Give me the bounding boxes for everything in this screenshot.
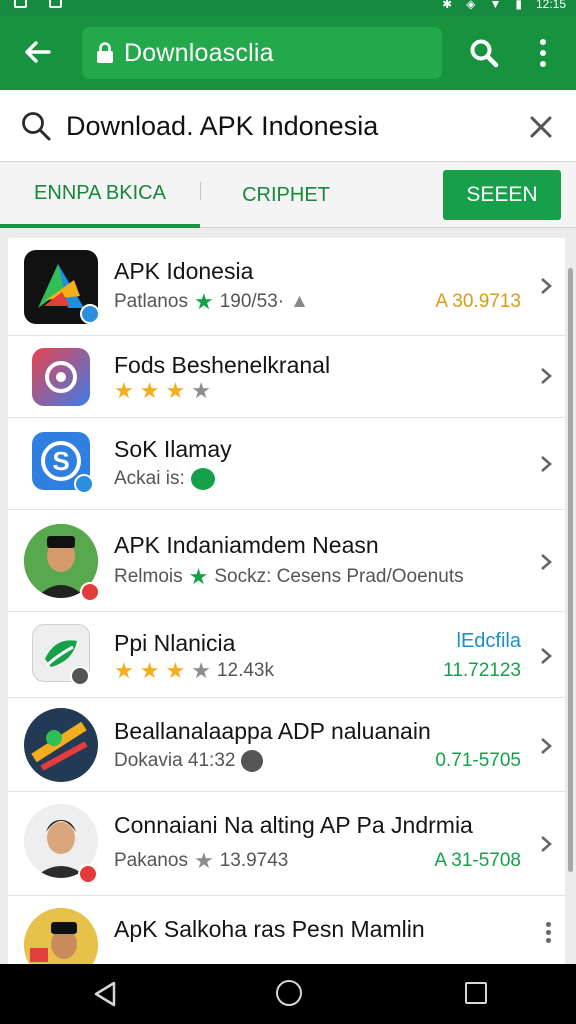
verified-badge-icon xyxy=(80,304,100,324)
list-item[interactable]: APK Indaniamdem Neasn Relmois ★ Sockz: C… xyxy=(8,510,565,612)
app-title: Beallanalaappa ADP naluanain xyxy=(114,718,431,744)
app-price: 11.72123 xyxy=(443,660,521,681)
chevron-right-icon xyxy=(541,368,552,384)
vibrate-icon: ◈ xyxy=(466,0,476,11)
app-price: A 30.9713 xyxy=(435,291,521,312)
tab-seeen[interactable]: SEEEN xyxy=(443,170,561,220)
app-badge-icon xyxy=(78,864,98,884)
search-row xyxy=(0,90,576,162)
app-list: APK Idonesia Patlanos ★ 190/53· ▲ A 30.9… xyxy=(8,238,565,964)
app-price: 0.71-5705 xyxy=(435,750,521,771)
app-subtitle: Ackai is: xyxy=(114,468,185,489)
avatar xyxy=(24,908,98,964)
app-title: Connaiani Na alting AP Pa Jndrmia xyxy=(114,812,473,838)
nav-recents-icon[interactable] xyxy=(465,982,487,1004)
app-icon xyxy=(24,708,98,782)
star-icon: ★ xyxy=(191,378,211,403)
nav-home-icon[interactable] xyxy=(276,980,302,1006)
app-bar: Downloasclia xyxy=(0,16,576,90)
overflow-menu-button[interactable] xyxy=(526,32,560,74)
app-title: APK Indaniamdem Neasn xyxy=(114,532,379,558)
back-button[interactable] xyxy=(14,32,60,72)
search-button[interactable] xyxy=(462,32,506,74)
app-badge-icon xyxy=(80,582,100,602)
list-item[interactable]: Fods Beshenelkranal ★ ★ ★ ★ xyxy=(8,336,565,418)
app-subtitle: Patlanos xyxy=(114,291,188,312)
url-text: Downloasclia xyxy=(124,38,274,67)
bluetooth-icon: ✱ xyxy=(442,0,453,11)
battery-icon: ▮ xyxy=(515,0,522,11)
star-icon: ★ xyxy=(193,848,214,873)
app-meta: Sockz: Cesens Prad/Ooenuts xyxy=(214,566,464,587)
tab-criphet[interactable]: CRIPHET xyxy=(206,162,366,228)
status-time: 12:15 xyxy=(535,0,566,11)
svg-text:S: S xyxy=(52,446,69,476)
app-title: ApK Salkoha ras Pesn Mamlin xyxy=(114,916,425,942)
chevron-right-icon xyxy=(541,456,552,472)
more-vert-icon[interactable] xyxy=(546,922,551,943)
app-title: SoK Ilamay xyxy=(114,436,232,462)
chevron-right-icon xyxy=(541,554,552,570)
app-title: Ppi Nlanicia xyxy=(114,630,236,656)
chevron-right-icon xyxy=(541,278,552,294)
star-icon: ★ xyxy=(139,658,160,683)
notification-icon xyxy=(14,0,27,8)
star-icon: ★ xyxy=(114,658,134,683)
app-rating: 190/53· xyxy=(219,291,285,312)
system-nav-bar xyxy=(0,964,576,1024)
chevron-right-icon xyxy=(541,738,552,754)
star-icon: ★ xyxy=(191,658,211,683)
app-subtitle: Pakanos xyxy=(114,850,188,871)
notification-icon xyxy=(49,0,62,8)
chevron-right-icon xyxy=(541,836,552,852)
rating-stars: ★ ★ ★ ★ xyxy=(114,380,211,402)
app-rating: 13.9743 xyxy=(219,850,289,871)
list-item[interactable]: Beallanalaappa ADP naluanain Dokavia 41:… xyxy=(8,698,565,792)
clock-icon xyxy=(241,750,264,772)
list-item[interactable]: ApK Salkoha ras Pesn Mamlin xyxy=(8,896,565,964)
lock-icon xyxy=(96,42,114,64)
install-icon: ▲ xyxy=(290,291,309,312)
app-title: APK Idonesia xyxy=(114,258,254,284)
chevron-right-icon xyxy=(541,648,552,664)
search-input[interactable] xyxy=(66,104,506,148)
app-subtitle: Dokavia 41:32 xyxy=(114,750,236,771)
arrow-left-icon xyxy=(25,41,51,63)
nav-back-icon[interactable] xyxy=(92,980,118,1008)
search-icon xyxy=(22,112,51,141)
url-bar[interactable]: Downloasclia xyxy=(82,27,442,79)
app-rating: 12.43k xyxy=(216,660,274,681)
close-icon[interactable] xyxy=(526,112,556,142)
star-icon: ★ xyxy=(188,564,209,589)
tab-bar: ENNPA BKICA CRIPHET SEEEN xyxy=(0,162,576,228)
scrollbar[interactable] xyxy=(568,268,573,872)
list-item[interactable]: APK Idonesia Patlanos ★ 190/53· ▲ A 30.9… xyxy=(8,238,565,336)
verified-badge-icon xyxy=(74,474,94,494)
status-bar: ✱ ◈ ▼ ▮ 12:15 xyxy=(0,0,576,16)
app-subtitle: Relmois xyxy=(114,566,183,587)
more-vert-icon xyxy=(540,39,546,45)
star-half-icon: ★ xyxy=(165,378,186,403)
app-badge-icon xyxy=(70,666,90,686)
app-price: A 31-5708 xyxy=(434,850,521,871)
star-icon: ★ xyxy=(139,378,160,403)
app-title: Fods Beshenelkranal xyxy=(114,352,331,378)
list-item[interactable]: Ppi Nlanicia ★ ★ ★ ★ 12.43k lEdcfila 11.… xyxy=(8,612,565,698)
star-icon: ★ xyxy=(193,289,214,314)
star-icon: ★ xyxy=(114,378,134,403)
wifi-icon: ▼ xyxy=(489,0,502,11)
list-item[interactable]: Connaiani Na alting AP Pa Jndrmia Pakano… xyxy=(8,792,565,896)
app-price-label: lEdcfila xyxy=(456,630,521,652)
app-badge-icon xyxy=(190,468,215,490)
app-icon xyxy=(32,348,90,406)
star-icon: ★ xyxy=(165,658,186,683)
tab-divider xyxy=(200,182,201,200)
search-icon xyxy=(470,39,499,68)
tab-ennpa-bkica[interactable]: ENNPA BKICA xyxy=(0,162,200,228)
list-item[interactable]: S SoK Ilamay Ackai is: xyxy=(8,418,565,510)
